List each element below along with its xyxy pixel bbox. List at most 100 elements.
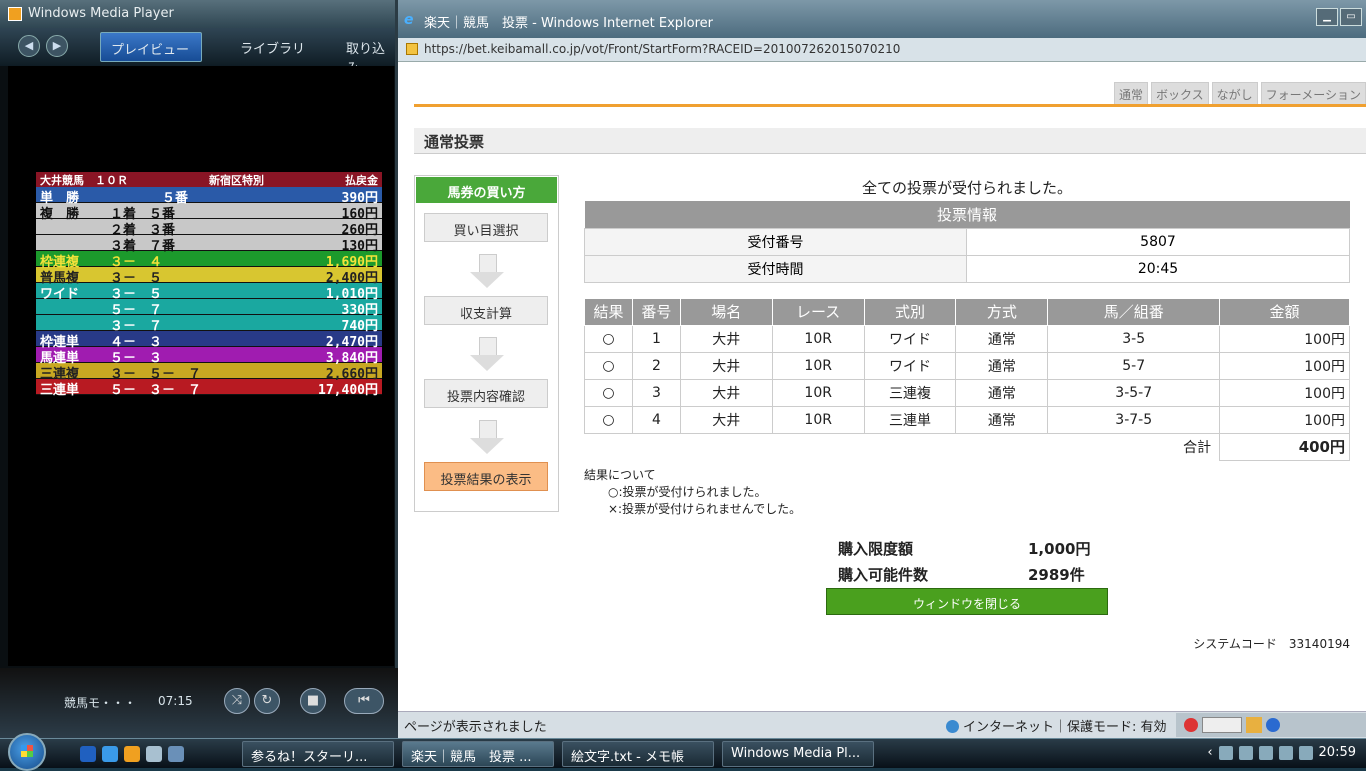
close-window-button[interactable]: ウィンドウを閉じる [826, 588, 1108, 615]
url-text[interactable]: https://bet.keibamall.co.jp/vot/Front/St… [424, 42, 900, 56]
payout-type: 三連複 [40, 367, 80, 382]
payout-amount: 1,010円 [325, 287, 378, 302]
payout-combo: ５－ ７ [110, 303, 163, 318]
limit-value: 1,000円 [1028, 540, 1091, 558]
taskbar-item-wmp[interactable]: Windows Media Pl... [722, 741, 874, 767]
payout-type: 普馬複 [40, 271, 80, 286]
payout-combo: ３－ ５ [110, 271, 163, 286]
taskbar: 参るね！スターリ... 楽天｜競馬 投票 ... 絵文字.txt - メモ帳 W… [0, 733, 1366, 771]
shuffle-icon[interactable]: ⤨ [224, 688, 250, 714]
payout-amount: 2,660円 [325, 367, 378, 382]
howto-header: 馬券の買い方 [416, 177, 557, 203]
previous-icon[interactable]: ⏮ [344, 688, 384, 714]
column-header: 場名 [679, 297, 773, 326]
table-row: ○ 4 大井 10R 三連単 通常 3-7-5 100円 [584, 405, 1350, 434]
payout-race: 大井競馬 １０Ｒ [40, 174, 128, 187]
payout-amount: 1,690円 [325, 255, 378, 270]
network-icon[interactable] [1278, 745, 1293, 760]
forward-icon[interactable]: ▶ [46, 35, 68, 57]
help-icon[interactable] [1266, 718, 1280, 732]
count-label: 購入可能件数 [838, 566, 929, 584]
lock-icon [406, 43, 418, 55]
tab-now-playing[interactable]: プレイビュー [100, 32, 202, 62]
volume-icon[interactable] [1298, 745, 1313, 760]
payout-combo: ２着 ３番 [110, 223, 176, 238]
receipt-time-label: 受付時間 [584, 254, 967, 283]
payout-row: 枠連単 ４－ ３ 2,470円 [36, 331, 382, 350]
result-notes: 結果について ○:投票が受付けられました。 ×:投票が受付けられませんでした。 [584, 467, 1350, 518]
address-bar[interactable]: https://bet.keibamall.co.jp/vot/Front/St… [398, 38, 1366, 62]
clock[interactable]: 20:59 [1319, 745, 1356, 760]
table-cell: 大井 [679, 351, 773, 380]
payout-row: 三連複 ３－ ５－ ７ 2,660円 [36, 363, 382, 382]
column-header: 金額 [1219, 297, 1350, 326]
tray-icon[interactable] [1258, 745, 1273, 760]
wmp-titlebar: Windows Media Player [0, 0, 395, 28]
payout-row: 枠連複 ３－ ４ 1,690円 [36, 251, 382, 270]
payout-combo: ３－ ５ [110, 287, 163, 302]
table-cell: 大井 [679, 405, 773, 434]
table-cell: 3-5 [1047, 324, 1221, 353]
tab-library[interactable]: ライブラリ [230, 32, 315, 62]
table-row: ○ 3 大井 10R 三連複 通常 3-5-7 100円 [584, 378, 1350, 407]
security-zone[interactable]: インターネット｜保護モード: 有効 [946, 716, 1167, 735]
start-button[interactable] [8, 733, 46, 771]
maximize-icon[interactable]: ▭ [1340, 8, 1362, 26]
ie-window: e 楽天｜競馬 投票 - Windows Internet Explorer ▁… [398, 0, 1366, 738]
status-bar: ページが表示されました インターネット｜保護モード: 有効 [398, 711, 1366, 738]
now-playing-label: 競馬モ・・・ [64, 696, 137, 710]
payout-amount: 3,840円 [325, 351, 378, 366]
note-accepted: ○:投票が受付けられました。 [608, 484, 767, 499]
table-cell: 大井 [679, 324, 773, 353]
payout-race-name: 新宿区特別 [209, 174, 264, 187]
ime-mode-icon[interactable] [1202, 717, 1242, 733]
page-content: 通常 ボックス ながし フォーメーション 通常投票 馬券の買い方 買い目選択 収… [398, 62, 1366, 711]
payout-table: 大井競馬 １０Ｒ 新宿区特別 払戻金 単 勝 ５番 390円複 勝 １着 ５番 160… [36, 172, 382, 398]
media-player-icon[interactable] [124, 746, 140, 762]
table-cell: 三連単 [863, 405, 957, 434]
payout-amount: 17,400円 [318, 383, 378, 398]
app-icon[interactable] [80, 746, 96, 762]
table-cell: 3 [631, 378, 681, 407]
table-cell: 4 [631, 405, 681, 434]
table-cell: 通常 [955, 405, 1049, 434]
column-header: レース [771, 297, 865, 326]
table-cell: ワイド [863, 351, 957, 380]
folder-icon[interactable] [146, 746, 162, 762]
tray-expand-icon[interactable]: ‹ [1207, 745, 1212, 760]
payout-amount: 740円 [341, 319, 378, 334]
taskbar-item-ie2[interactable]: 楽天｜競馬 投票 ... [402, 741, 554, 767]
desktop-icon[interactable] [168, 746, 184, 762]
payout-amount: 130円 [341, 239, 378, 254]
payout-type: 三連単 [40, 383, 80, 398]
table-cell: ワイド [863, 324, 957, 353]
table-cell: ○ [584, 351, 633, 380]
payout-type: 単 勝 [40, 191, 80, 206]
tab-rip[interactable]: 取り込み [336, 32, 395, 76]
payout-row: ２着 ３番 260円 [36, 219, 382, 238]
back-icon[interactable]: ◀ [18, 35, 40, 57]
tray-icon[interactable] [1218, 745, 1233, 760]
payout-row: 馬連単 ５－ ３ 3,840円 [36, 347, 382, 366]
table-cell: 10R [771, 324, 865, 353]
arrow-down-icon [470, 254, 504, 290]
ime-bar[interactable] [1176, 713, 1366, 737]
table-cell: 5-7 [1047, 351, 1221, 380]
taskbar-item-ie1[interactable]: 参るね！スターリ... [242, 741, 394, 767]
payout-amount: 2,400円 [325, 271, 378, 286]
payout-combo: ５番 [110, 191, 189, 206]
stop-icon[interactable]: ■ [300, 688, 326, 714]
taskbar-item-notepad[interactable]: 絵文字.txt - メモ帳 [562, 741, 714, 767]
payout-row: 単 勝 ５番 390円 [36, 187, 382, 206]
payout-row: ３着 ７番 130円 [36, 235, 382, 254]
ime-icon[interactable] [1184, 718, 1198, 732]
total-value: 400円 [1219, 432, 1350, 461]
total-label: 合計 [1183, 439, 1212, 456]
minimize-icon[interactable]: ▁ [1316, 8, 1338, 26]
ie-icon[interactable] [102, 746, 118, 762]
repeat-icon[interactable]: ↻ [254, 688, 280, 714]
ime-tool-icon[interactable] [1246, 717, 1262, 733]
tray-icon[interactable] [1238, 745, 1253, 760]
payout-type: ワイド [40, 287, 80, 302]
table-cell: ○ [584, 324, 633, 353]
